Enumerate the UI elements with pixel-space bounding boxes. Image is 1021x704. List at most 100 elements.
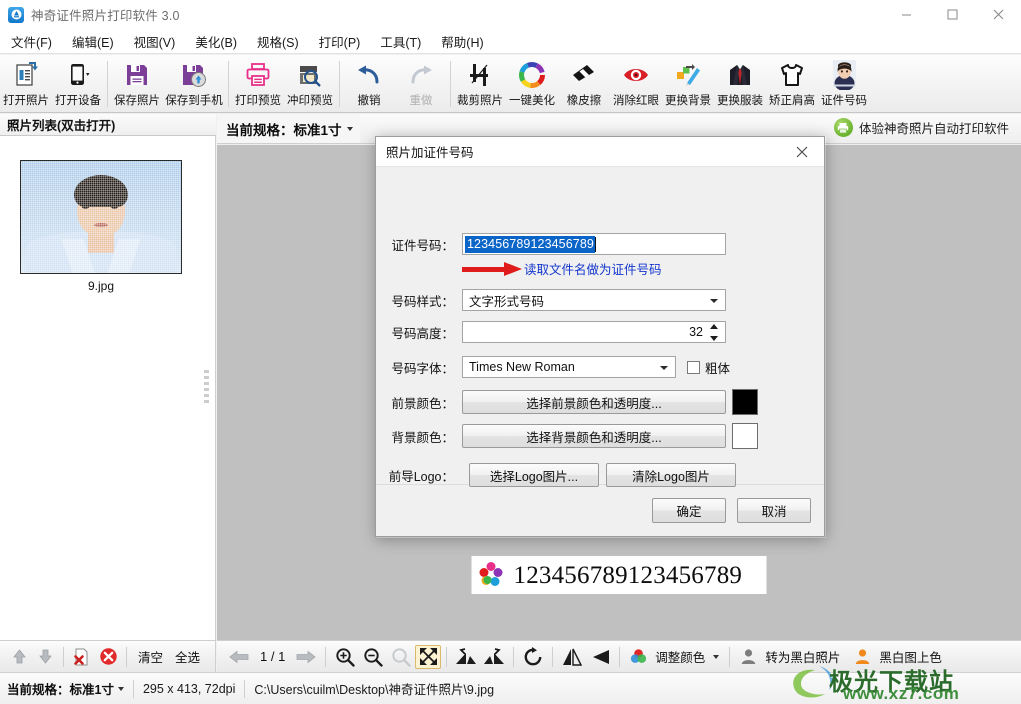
prev-page-button[interactable] [225, 644, 253, 670]
menu-beautify[interactable]: 美化(B) [186, 29, 246, 54]
toolbar-fix-shoulder[interactable]: 矫正肩高 [766, 57, 818, 111]
canvas-toolbar-separator-3 [513, 646, 515, 667]
number-font-select[interactable]: Times New Roman [462, 356, 676, 378]
photo-thumbnail[interactable] [20, 160, 182, 274]
scrollbar-grip[interactable] [204, 370, 209, 406]
menu-help[interactable]: 帮助(H) [432, 29, 492, 54]
toolbar-undo[interactable]: 撤销 [343, 57, 395, 111]
canvas-toolbar-separator-5 [619, 646, 621, 667]
toolbar-open-photo[interactable]: 打开照片 [0, 57, 52, 111]
number-style-value: 文字形式号码 [469, 294, 545, 309]
toolbar-change-clothes[interactable]: 更换服装 [714, 57, 766, 111]
toolbar-separator-1 [107, 61, 108, 107]
toolbar-fix-shoulder-label: 矫正肩高 [769, 95, 815, 107]
current-spec-dropdown[interactable]: 当前规格：标准1寸 [217, 114, 360, 143]
zoom-in-button[interactable] [331, 644, 359, 670]
menu-print[interactable]: 打印(P) [310, 29, 370, 54]
adjust-color-button[interactable]: 调整颜色 [625, 642, 724, 671]
clear-list-button[interactable]: 清空 [132, 644, 169, 669]
cancel-button[interactable]: 取消 [737, 498, 811, 523]
fit-screen-button[interactable] [415, 644, 442, 669]
toolbar-print-preview[interactable]: 打印预览 [232, 57, 284, 111]
status-spec[interactable]: 当前规格：标准1寸 [7, 679, 124, 698]
flip-horizontal-button[interactable] [558, 644, 586, 670]
id-number-input[interactable]: 123456789123456789 [462, 233, 726, 255]
dialog-close-button[interactable] [780, 137, 824, 167]
read-filename-link[interactable]: 读取文件名做为证件号码 [524, 259, 662, 278]
foreground-color-button[interactable]: 选择前景颜色和透明度... [462, 390, 726, 414]
menu-tools[interactable]: 工具(T) [371, 29, 430, 54]
save-to-phone-icon [180, 60, 208, 90]
menu-bar: 文件(F) 编辑(E) 视图(V) 美化(B) 规格(S) 打印(P) 工具(T… [0, 29, 1021, 54]
toolbar-beautify-label: 一键美化 [509, 95, 555, 107]
toolbar-open-device[interactable]: 打开设备 [52, 57, 104, 111]
promo-banner[interactable]: 体验神奇照片自动打印软件 [833, 118, 1009, 137]
red-eye-icon [622, 60, 650, 90]
number-style-select[interactable]: 文字形式号码 [462, 289, 726, 311]
bold-checkbox-label: 粗体 [705, 361, 731, 376]
next-page-button[interactable] [292, 644, 320, 670]
flip-vertical-button[interactable] [586, 644, 614, 670]
number-height-row: 号码高度： 32 [376, 321, 726, 343]
stepper-up-icon[interactable] [710, 323, 718, 329]
rotate-cw-button[interactable] [519, 644, 547, 670]
menu-spec[interactable]: 规格(S) [248, 29, 308, 54]
toolbar-open-device-label: 打开设备 [55, 95, 101, 107]
toolbar-eraser[interactable]: 橡皮擦 [558, 57, 610, 111]
menu-view[interactable]: 视图(V) [125, 29, 185, 54]
to-bw-button[interactable]: 转为黑白照片 [735, 642, 849, 671]
menu-edit[interactable]: 编辑(E) [63, 29, 123, 54]
stepper-down-icon[interactable] [710, 335, 718, 341]
toolbar-red-eye-label: 消除红眼 [613, 95, 659, 107]
move-up-icon [12, 649, 26, 664]
rotate-left-button[interactable] [452, 644, 480, 670]
remove-file-button[interactable] [69, 644, 95, 670]
photo-list-item[interactable]: 9.jpg [20, 160, 182, 293]
colorize-button[interactable]: 黑白图上色 [849, 642, 951, 671]
bold-checkbox-wrap[interactable]: 粗体 [687, 358, 730, 377]
toolbar-save-photo[interactable]: 保存照片 [111, 57, 163, 111]
toolbar-develop-preview[interactable]: 冲印预览 [284, 57, 336, 111]
bold-checkbox[interactable] [687, 360, 700, 374]
zoom-out-button[interactable] [359, 644, 387, 670]
toolbar-beautify[interactable]: 一键美化 [506, 57, 558, 111]
maximize-button[interactable] [929, 0, 975, 29]
close-button[interactable] [975, 0, 1021, 29]
rotate-right-button[interactable] [480, 644, 508, 670]
id-number-row: 证件号码： 123456789123456789 [376, 233, 726, 255]
toolbar-crop[interactable]: 裁剪照片 [454, 57, 506, 111]
number-font-label: 号码字体： [391, 361, 454, 376]
stepper-arrows[interactable] [709, 323, 720, 341]
canvas-toolbar-separator-2 [446, 646, 448, 667]
toolbar-redo-label: 重做 [409, 95, 433, 107]
photo-list-scrollbar[interactable] [200, 136, 214, 640]
minimize-button[interactable] [883, 0, 929, 29]
move-up-button[interactable] [6, 644, 32, 670]
status-dimensions: 295 x 413, 72dpi [142, 681, 236, 696]
clear-logo-button[interactable]: 清除Logo图片 [606, 463, 736, 487]
ok-button[interactable]: 确定 [652, 498, 726, 523]
canvas-toolbar-separator-1 [325, 646, 327, 667]
photo-list-header: 照片列表(双击打开) [0, 114, 216, 136]
select-all-button[interactable]: 全选 [169, 644, 206, 669]
delete-button[interactable] [95, 644, 121, 670]
background-color-swatch[interactable] [732, 423, 758, 449]
toolbar-id-number[interactable]: 证件号码 [818, 57, 870, 111]
photo-list-body: 9.jpg [0, 136, 216, 640]
toolbar-save-to-phone[interactable]: 保存到手机 [163, 57, 225, 111]
logo-row: 前导Logo： 选择Logo图片... 清除Logo图片 [376, 463, 736, 487]
toolbar-crop-label: 裁剪照片 [457, 95, 503, 107]
background-color-button[interactable]: 选择背景颜色和透明度... [462, 424, 726, 448]
foreground-color-swatch[interactable] [732, 389, 758, 415]
number-font-row: 号码字体： Times New Roman 粗体 [376, 356, 730, 378]
dialog-title-bar: 照片加证件号码 [376, 137, 824, 167]
colorize-label: 黑白图上色 [879, 651, 942, 665]
flip-vertical-icon [593, 649, 610, 664]
toolbar-change-background[interactable]: 更换背景 [662, 57, 714, 111]
select-logo-button[interactable]: 选择Logo图片... [469, 463, 599, 487]
number-height-stepper[interactable]: 32 [462, 321, 726, 343]
move-down-button[interactable] [32, 644, 58, 670]
menu-file[interactable]: 文件(F) [2, 29, 61, 54]
crop-icon [466, 60, 494, 90]
toolbar-red-eye[interactable]: 消除红眼 [610, 57, 662, 111]
